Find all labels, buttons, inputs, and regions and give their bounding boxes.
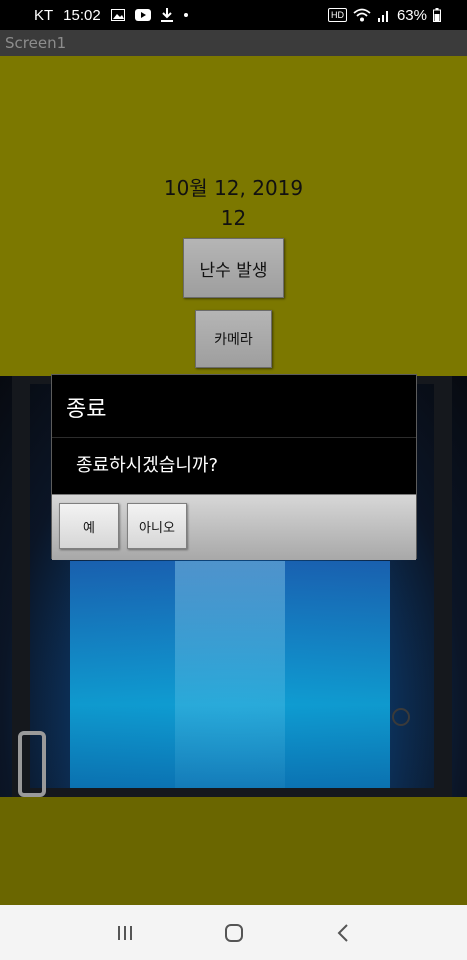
battery-percent: 63% [396,6,427,24]
status-left: KT 15:02 [0,7,189,24]
yes-button[interactable]: 예 [59,503,119,549]
app-root: KT 15:02 HD 63% Screen1 10월 12, 2019 12 … [0,0,467,960]
wifi-icon [353,8,371,22]
photo-clip [18,731,46,797]
home-icon[interactable] [214,913,254,953]
date-label: 10월 12, 2019 [163,176,304,200]
dialog-actions: 예 아니오 [52,494,416,560]
photo-logo [392,708,410,726]
random-number-label: 12 [220,206,247,230]
battery-icon [433,8,441,22]
youtube-icon [134,9,151,21]
dialog-title: 종료 [66,397,107,422]
bottom-background [0,797,467,905]
signal-icon [377,8,391,22]
status-bar: KT 15:02 HD 63% [0,0,467,30]
gallery-icon [110,9,125,21]
hd-badge: HD [327,8,347,22]
dialog-divider [52,437,416,438]
random-number-button[interactable]: 난수 발생 [183,238,284,298]
exit-dialog: 종료 종료하시겠습니까? 예 아니오 [51,374,417,560]
back-icon[interactable] [323,913,363,953]
camera-button[interactable]: 카메라 [195,310,272,368]
download-icon [160,8,173,22]
dialog-message: 종료하시겠습니까? [76,455,219,476]
main-content: 10월 12, 2019 12 난수 발생 카메라 [0,56,467,376]
no-button[interactable]: 아니오 [127,503,187,549]
status-right: HD 63% [327,6,467,24]
carrier-label: KT [34,6,54,24]
navigation-bar [0,905,467,960]
dot-icon [183,12,189,18]
screen-title-bar: Screen1 [0,30,467,56]
screen-title: Screen1 [5,34,67,52]
recent-apps-icon[interactable] [105,913,145,953]
clock: 15:02 [63,6,101,24]
